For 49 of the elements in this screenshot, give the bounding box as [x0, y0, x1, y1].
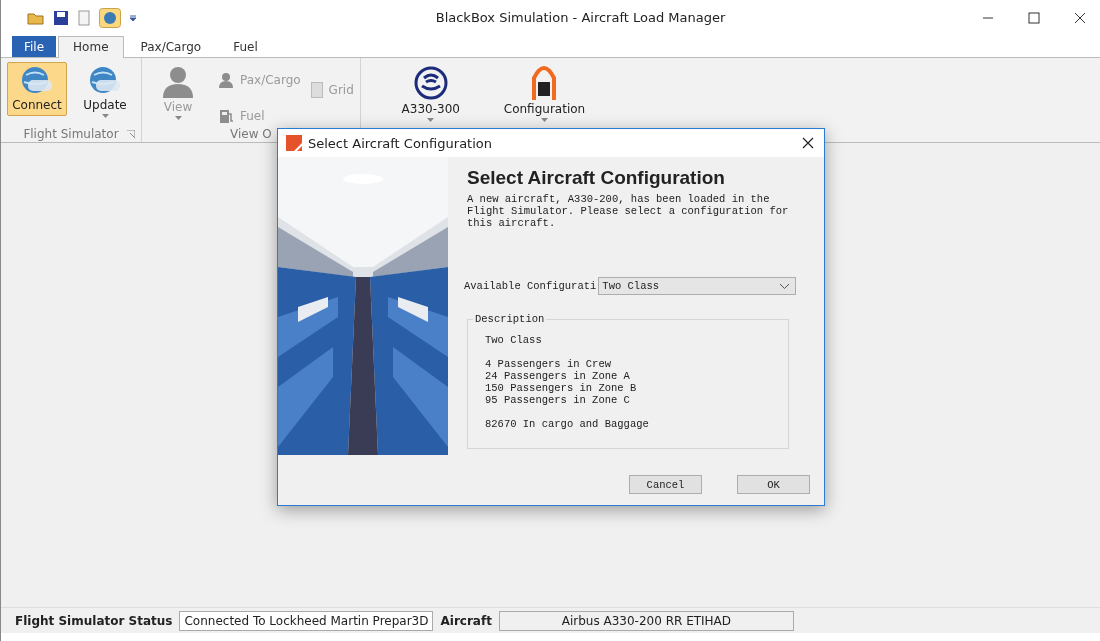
maximize-icon[interactable] — [1028, 11, 1040, 24]
chevron-down-icon — [780, 283, 790, 289]
dialog-button[interactable]: Cancel — [629, 475, 702, 494]
field-label: Available Configurati — [464, 280, 597, 292]
caret-icon — [427, 118, 435, 122]
dialog-button[interactable]: OK — [737, 475, 810, 494]
dialog-title: Select Aircraft Configuration — [308, 135, 492, 151]
fuel-pump-icon — [218, 107, 234, 124]
save-icon[interactable] — [53, 9, 69, 26]
dialog-message: A new aircraft, A330-200, has been loaded in the Flight Simulator. Please select a configuration for this aircraft. — [467, 193, 790, 229]
ribbon-button[interactable]: A330-300 — [380, 62, 481, 126]
panel-legend: Description — [473, 313, 547, 325]
arch-icon — [531, 66, 558, 100]
window-title: BlackBox Simulation - Aircraft Load Manager — [435, 10, 726, 25]
close-icon[interactable] — [1074, 11, 1086, 24]
customize-icon[interactable] — [129, 13, 137, 22]
status-label: Aircraft — [439, 612, 493, 630]
ribbon-tab[interactable]: File — [12, 36, 57, 57]
ribbon-button[interactable]: Update — [75, 62, 135, 122]
caret-icon — [101, 114, 109, 118]
globe-icon — [20, 66, 54, 96]
ribbon-tab[interactable]: Fuel — [218, 36, 273, 57]
globe-icon — [88, 66, 122, 96]
person-icon — [161, 66, 195, 98]
app-logo-icon — [286, 135, 302, 151]
group-label: View O — [230, 126, 272, 141]
ribbon-button[interactable]: Connect — [7, 62, 67, 116]
globe-icon[interactable] — [99, 7, 121, 28]
person-icon — [218, 72, 234, 88]
status-field: Airbus A330-200 RR ETIHAD — [498, 610, 794, 631]
ribbon-tab[interactable]: Pax/Cargo — [125, 36, 217, 57]
dialog-heading: Select Aircraft Configuration — [467, 167, 726, 189]
description-line: 95 Passengers in Zone C — [485, 394, 631, 406]
configuration-dropdown[interactable]: Two Class — [598, 277, 797, 295]
caret-icon — [174, 116, 182, 120]
ribbon-tab[interactable]: Home — [58, 36, 124, 58]
status-field: Connected To Lockheed Martin Prepar3D — [179, 610, 434, 631]
group-label: Flight Simulator — [23, 126, 119, 141]
description-line: Two Class — [485, 334, 543, 346]
spiral-logo-icon — [413, 66, 448, 100]
description-line: 4 Passengers in Crew — [485, 358, 613, 370]
status-label: Flight Simulator Status — [14, 612, 174, 630]
ribbon-button[interactable]: Configuration — [488, 62, 601, 126]
description-line: 82670 In cargo and Baggage — [485, 418, 650, 430]
description-line: 24 Passengers in Zone A — [485, 370, 631, 382]
caret-icon — [541, 118, 548, 122]
dialog-launcher-icon[interactable] — [127, 129, 135, 138]
description-line: 150 Passengers in Zone B — [485, 382, 638, 394]
close-icon[interactable] — [802, 137, 814, 149]
